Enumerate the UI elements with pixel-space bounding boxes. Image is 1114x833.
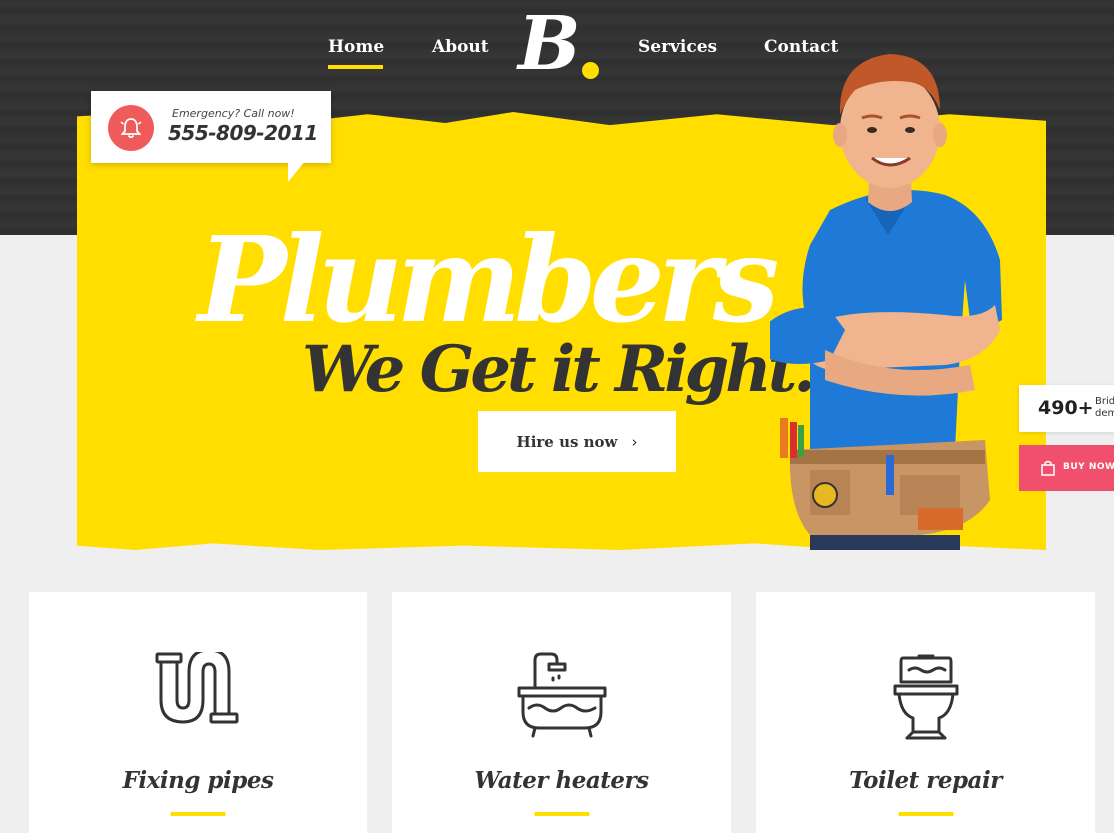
service-title: Fixing pipes [122, 767, 274, 794]
service-card-water-heaters[interactable]: Water heaters [392, 592, 731, 833]
hero-subheadline: We Get it Right. [302, 332, 816, 407]
pipe-icon [155, 652, 239, 724]
bell-icon [108, 105, 154, 151]
emergency-phone-number[interactable]: 555-809-2011 [168, 121, 318, 145]
nav-about-link[interactable]: About [432, 37, 489, 57]
service-title-underline [534, 812, 589, 816]
bathtub-icon [517, 652, 606, 738]
service-title: Toilet repair [849, 767, 1002, 794]
service-card-toilet-repair[interactable]: Toilet repair [756, 592, 1095, 833]
buy-now-label: BUY NOW [1063, 462, 1114, 472]
logo-dot [582, 62, 599, 79]
nav-home-link[interactable]: Home [328, 37, 384, 57]
hero-headline: Plumbers [198, 210, 779, 349]
buy-now-button[interactable]: BUY NOW [1019, 445, 1114, 491]
plumber-image [770, 54, 1002, 550]
service-title: Water heaters [474, 767, 649, 794]
toilet-icon [893, 654, 958, 740]
nav-active-indicator [328, 65, 383, 69]
service-card-fixing-pipes[interactable]: Fixing pipes [29, 592, 367, 833]
demo-count-badge[interactable]: 490+ Brid dem [1019, 385, 1114, 432]
shopping-bag-icon [1041, 460, 1055, 476]
service-title-underline [898, 812, 953, 816]
nav-services-link[interactable]: Services [638, 37, 717, 57]
hire-us-button[interactable]: Hire us now › [478, 411, 676, 472]
chevron-right-icon: › [631, 432, 638, 451]
service-title-underline [170, 812, 226, 816]
demo-count: 490+ [1038, 397, 1094, 419]
hire-us-label: Hire us now [516, 432, 618, 451]
site-logo[interactable]: B [518, 4, 581, 84]
emergency-label: Emergency? Call now! [172, 107, 295, 120]
demo-count-text: Brid dem [1095, 396, 1114, 419]
emergency-box-tail [288, 160, 306, 182]
